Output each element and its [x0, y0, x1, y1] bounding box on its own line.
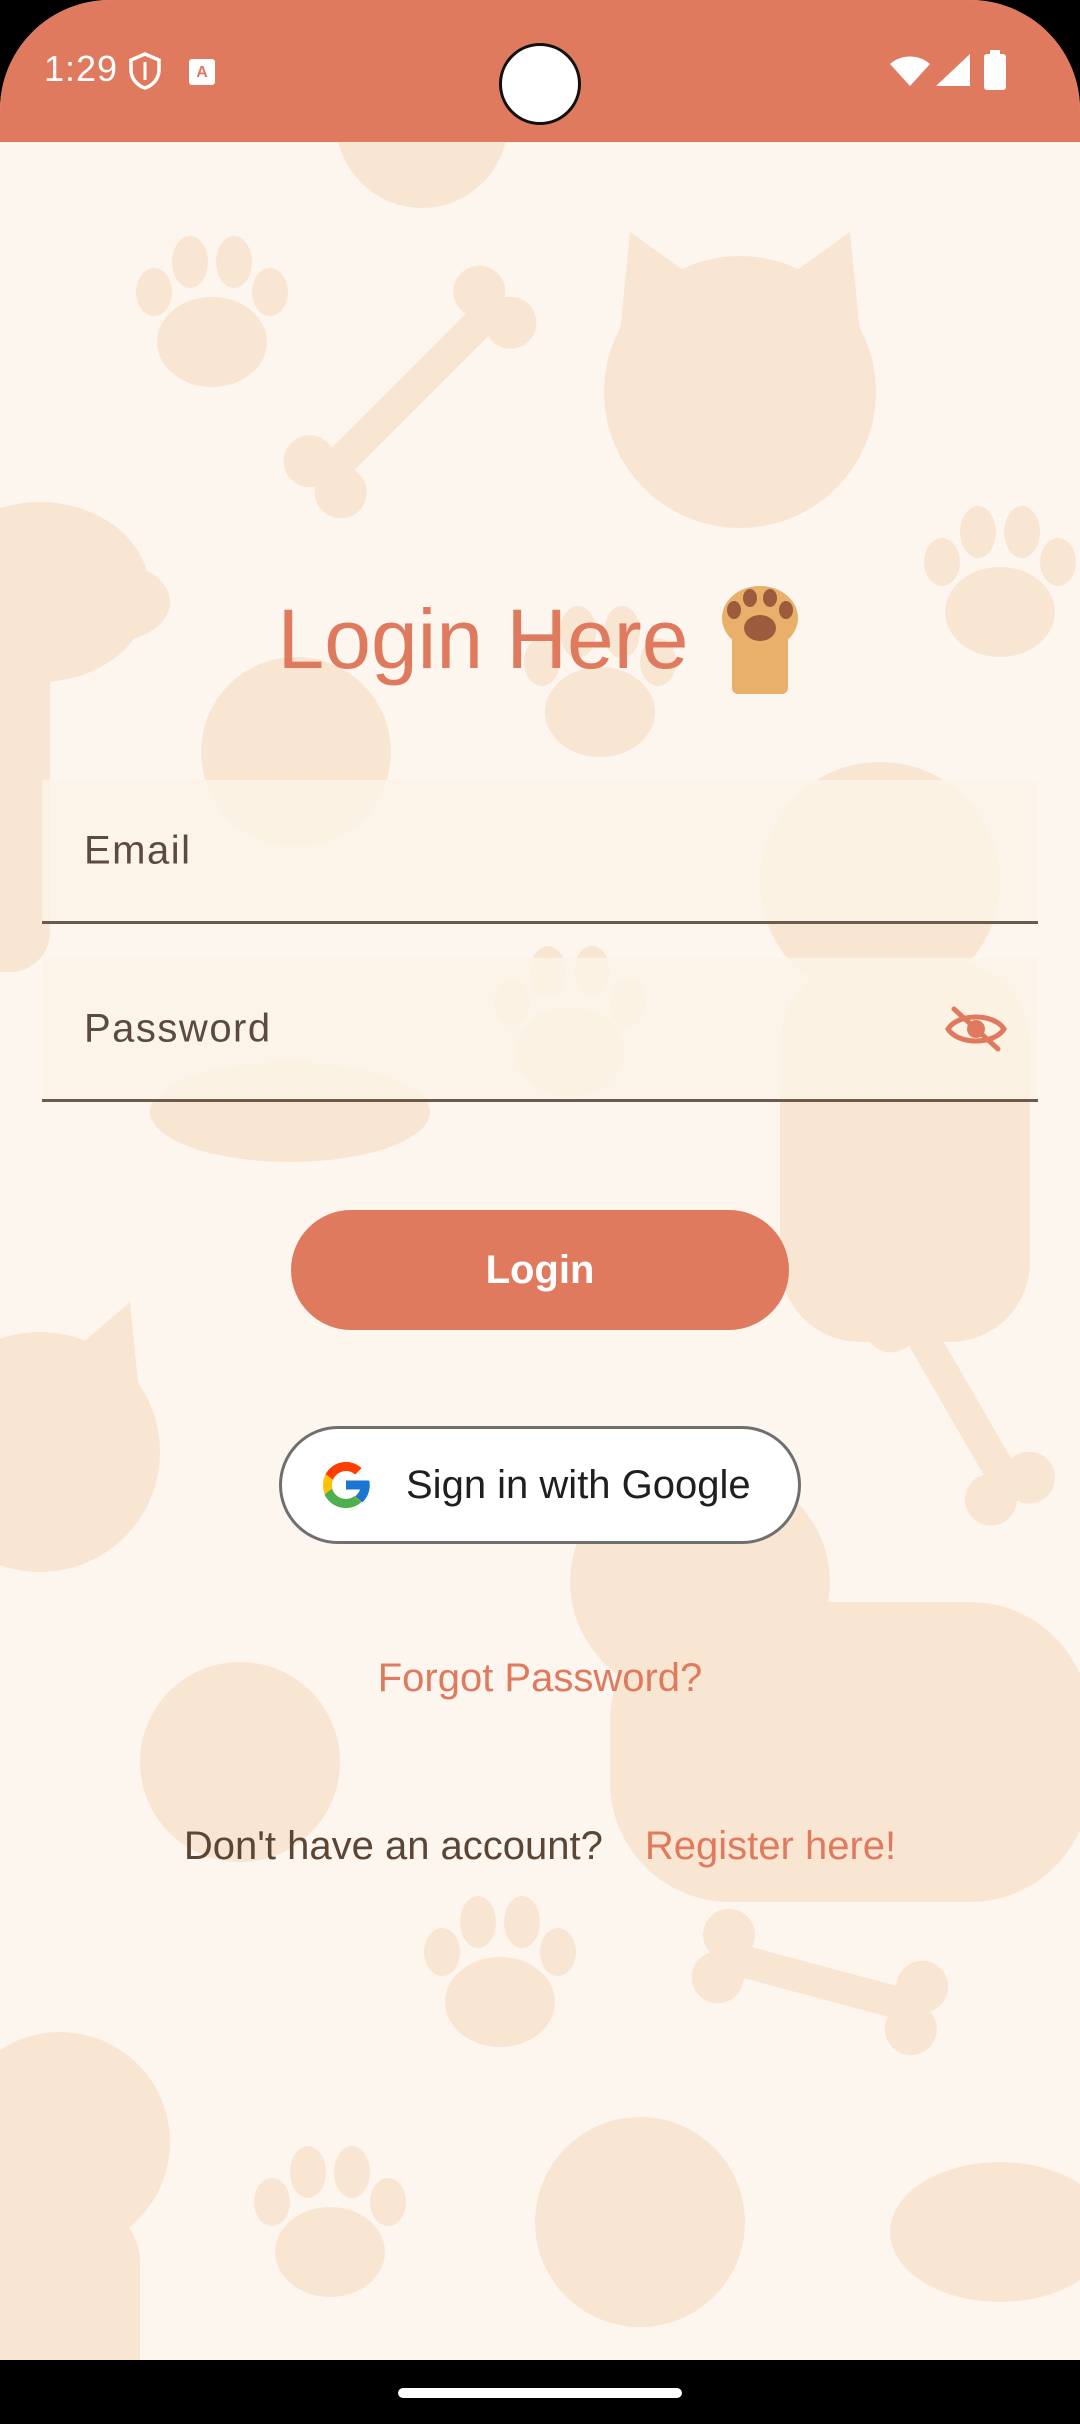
- password-field[interactable]: Password: [42, 958, 1038, 1102]
- paw-icon: [722, 586, 799, 694]
- camera-cutout: [499, 43, 581, 125]
- page-title: Login Here: [277, 591, 689, 686]
- navigation-bar: [0, 2360, 1080, 2424]
- status-bar: 1:29 A: [0, 0, 1080, 142]
- login-button[interactable]: Login: [291, 1210, 789, 1330]
- home-indicator[interactable]: [398, 2388, 682, 2398]
- battery-icon: [984, 50, 1006, 90]
- svg-text:A: A: [196, 64, 208, 81]
- eye-off-icon[interactable]: [944, 1005, 1008, 1053]
- no-account-text: Don't have an account?: [183, 1824, 603, 1868]
- google-sign-in-button[interactable]: Sign in with Google: [279, 1426, 801, 1544]
- email-label: Email: [84, 828, 192, 872]
- forgot-password-link[interactable]: Forgot Password?: [0, 1656, 1080, 1701]
- register-row: Don't have an account? Register here!: [0, 1824, 1080, 1869]
- wifi-icon: [890, 56, 930, 86]
- login-title-row: Login Here: [0, 584, 1080, 694]
- register-link[interactable]: Register here!: [645, 1824, 896, 1868]
- phone-screen: 1:29 A Login Here Email Password Login S…: [0, 0, 1080, 2424]
- status-time: 1:29: [44, 48, 119, 89]
- shield-icon: [129, 52, 161, 90]
- google-logo-icon: [323, 1462, 371, 1508]
- password-label: Password: [84, 1006, 272, 1050]
- google-sign-in-label: Sign in with Google: [406, 1462, 751, 1507]
- email-field[interactable]: Email: [42, 780, 1038, 924]
- text-notification-icon: A: [189, 59, 215, 85]
- signal-icon: [936, 54, 970, 86]
